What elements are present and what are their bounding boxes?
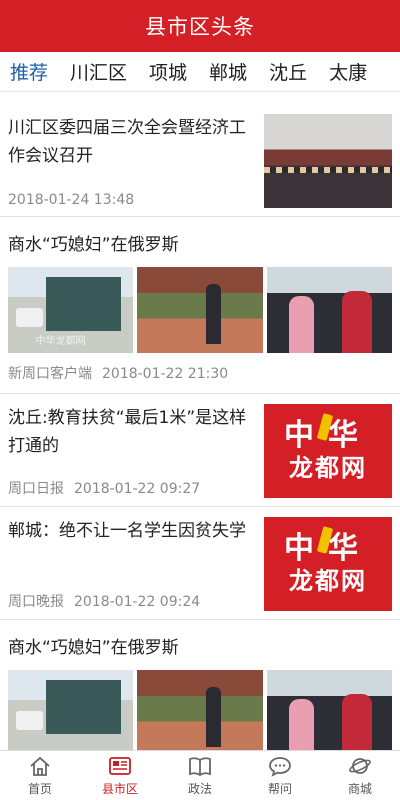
news-source: 新周口客户端 — [8, 366, 92, 382]
top-header: 县市区头条 — [0, 0, 400, 52]
news-headline: 商水“巧媳妇”在俄罗斯 — [8, 638, 179, 658]
news-item[interactable]: 沈丘:教育扶贫“最后1米”是这样打通的 周口日报 2018-01-22 09:27… — [0, 394, 400, 507]
nav-label: 首页 — [27, 781, 52, 796]
nav-counties[interactable]: 县市区 — [80, 751, 160, 800]
logo-line2: 龙都网 — [289, 454, 367, 482]
book-icon — [189, 756, 211, 776]
image-watermark: 中华龙都网 — [35, 336, 86, 347]
home-icon — [30, 756, 50, 776]
tab-taikang[interactable]: 太康 — [329, 58, 367, 85]
news-source: 周口晚报 — [8, 594, 64, 610]
nav-help[interactable]: 帮问 — [240, 751, 320, 800]
news-time: 2018-01-22 09:27 — [74, 481, 201, 497]
news-item[interactable]: 商水“巧媳妇”在俄罗斯 中华龙都网 新周口客户端 2018-01-22 21:30 — [0, 217, 400, 394]
nav-label: 帮问 — [267, 781, 292, 796]
news-source: 周口日报 — [8, 481, 64, 497]
nav-label: 政法 — [187, 781, 212, 796]
news-thumbnail: 中华 龙都网 — [264, 404, 392, 498]
news-item[interactable]: 川汇区委四届三次全会暨经济工作会议召开 2018-01-24 13:48 — [0, 104, 400, 217]
news-thumbnail: 中华 龙都网 — [264, 517, 392, 611]
tab-dancheng[interactable]: 郸城 — [209, 58, 247, 85]
news-image — [266, 267, 392, 353]
news-text: 沈丘:教育扶贫“最后1米”是这样打通的 周口日报 2018-01-22 09:27 — [8, 404, 264, 506]
tab-chuanhui[interactable]: 川汇区 — [70, 58, 127, 85]
news-headline: 川汇区委四届三次全会暨经济工作会议召开 — [8, 118, 246, 166]
news-item[interactable]: 郸城：绝不让一名学生因贫失学 周口晚报 2018-01-22 09:24 中华 龙… — [0, 507, 400, 620]
category-tabs: 推荐 川汇区 项城 郸城 沈丘 太康 — [0, 52, 400, 92]
news-image — [137, 670, 263, 750]
news-feed[interactable]: 川汇区委四届三次全会暨经济工作会议召开 2018-01-24 13:48 商水“… — [0, 104, 400, 750]
news-meta: 周口日报 2018-01-22 09:27 — [8, 478, 256, 498]
news-headline: 沈丘:教育扶贫“最后1米”是这样打通的 — [8, 408, 247, 456]
tab-recommended[interactable]: 推荐 — [10, 58, 48, 85]
bottom-nav: 首页 县市区 政法 帮问 商城 — [0, 750, 400, 800]
news-image-row: 中华龙都网 — [8, 267, 392, 353]
news-image: 中华龙都网 — [8, 267, 134, 353]
news-time: 2018-01-22 21:30 — [102, 366, 229, 382]
news-time: 2018-01-22 09:24 — [74, 594, 201, 610]
nav-label: 商城 — [347, 781, 372, 796]
nav-home[interactable]: 首页 — [0, 751, 80, 800]
nav-law[interactable]: 政法 — [160, 751, 240, 800]
news-icon — [109, 756, 131, 775]
nav-label: 县市区 — [101, 781, 138, 796]
chat-icon — [269, 756, 291, 777]
news-time: 2018-01-24 13:48 — [8, 192, 135, 208]
news-headline: 商水“巧媳妇”在俄罗斯 — [8, 235, 179, 255]
tab-shenqiu[interactable]: 沈丘 — [269, 58, 307, 85]
page-title: 县市区头条 — [145, 15, 255, 39]
news-image — [137, 267, 263, 353]
news-meta: 周口晚报 2018-01-22 09:24 — [8, 591, 256, 611]
news-image — [266, 670, 392, 750]
news-headline: 郸城：绝不让一名学生因贫失学 — [8, 521, 246, 541]
news-thumbnail — [264, 114, 392, 208]
app-root: 县市区头条 推荐 川汇区 项城 郸城 沈丘 太康 川汇区委四届三次全会暨经济工作… — [0, 0, 400, 800]
tab-xiangcheng[interactable]: 项城 — [149, 58, 187, 85]
news-meta: 2018-01-24 13:48 — [8, 192, 256, 208]
news-image — [8, 670, 134, 750]
logo-line2: 龙都网 — [289, 567, 367, 595]
news-text: 郸城：绝不让一名学生因贫失学 周口晚报 2018-01-22 09:24 — [8, 517, 264, 619]
planet-icon — [349, 757, 371, 774]
news-meta: 新周口客户端 2018-01-22 21:30 — [8, 363, 392, 383]
news-text: 川汇区委四届三次全会暨经济工作会议召开 2018-01-24 13:48 — [8, 114, 264, 216]
nav-mall[interactable]: 商城 — [320, 751, 400, 800]
news-image-row — [8, 670, 392, 750]
news-item[interactable]: 商水“巧媳妇”在俄罗斯 — [0, 620, 400, 750]
